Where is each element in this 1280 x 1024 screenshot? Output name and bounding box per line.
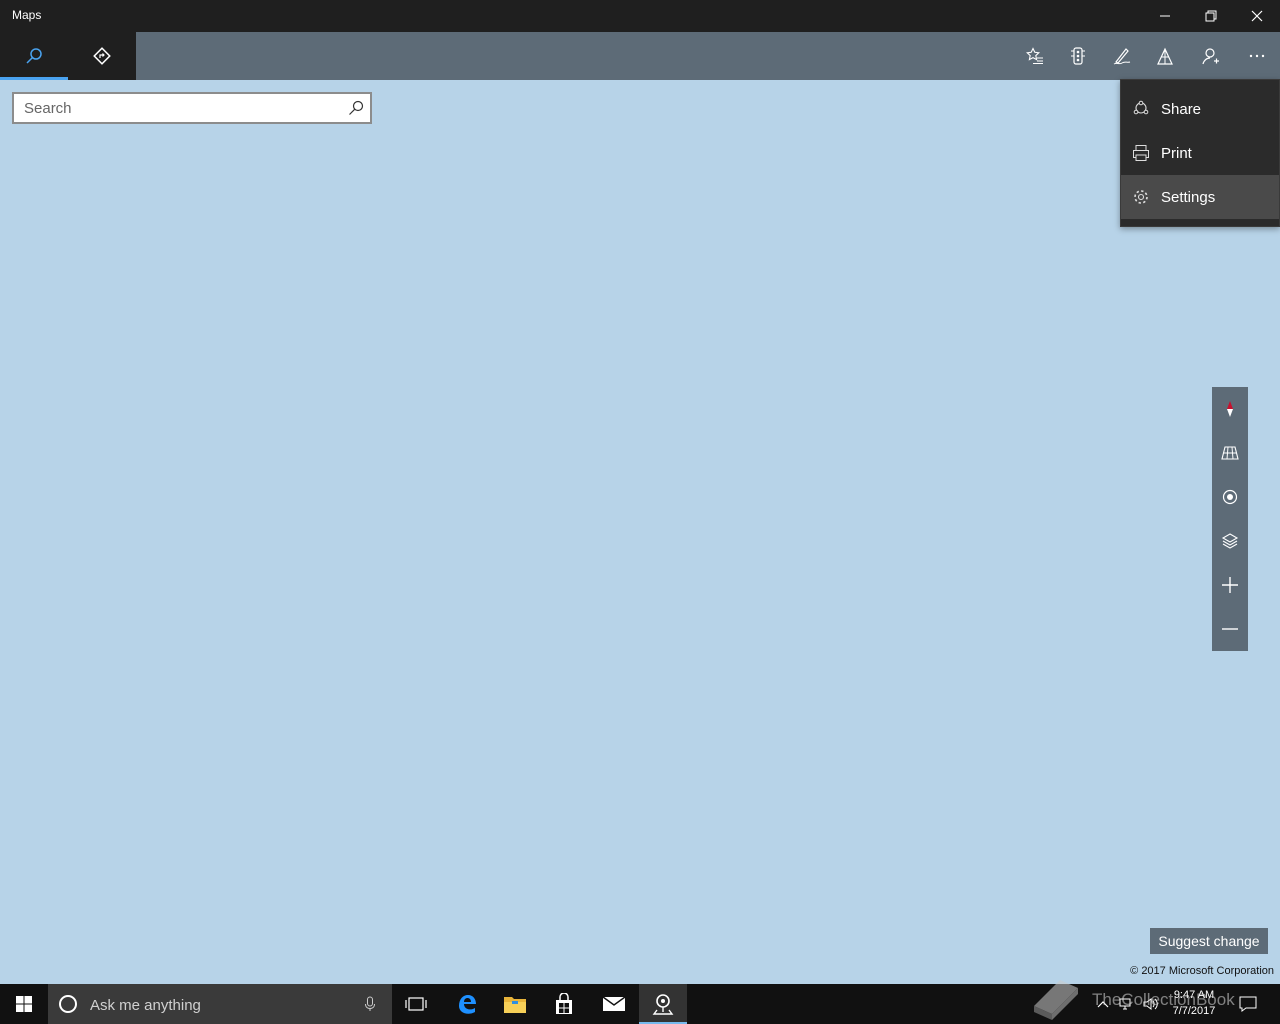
tab-search[interactable]: [0, 32, 68, 80]
account-button[interactable]: [1188, 32, 1234, 80]
ink-icon: [1113, 48, 1131, 65]
restore-button[interactable]: [1188, 0, 1234, 32]
task-view-button[interactable]: [392, 984, 440, 1024]
menu-item-share[interactable]: Share: [1121, 87, 1279, 131]
windows-logo-icon: [16, 996, 32, 1012]
tab-directions[interactable]: [68, 32, 136, 80]
edge-icon: [459, 995, 476, 1014]
search-submit-button[interactable]: [344, 96, 368, 120]
taskbar-mail[interactable]: [590, 984, 638, 1024]
task-view-icon: [405, 997, 427, 1011]
search-icon: [26, 48, 42, 64]
3d-cities-button[interactable]: [1142, 32, 1188, 80]
map-canvas[interactable]: [0, 80, 1280, 984]
traffic-button[interactable]: [1055, 32, 1101, 80]
more-button[interactable]: [1234, 32, 1280, 80]
menu-item-label: Settings: [1161, 188, 1216, 206]
print-icon: [1133, 145, 1149, 161]
account-icon: [1202, 48, 1219, 65]
menu-item-settings[interactable]: Settings: [1121, 175, 1279, 219]
taskbar-file-explorer[interactable]: [491, 984, 539, 1024]
search-box: [12, 92, 372, 124]
menu-item-label: Share: [1161, 100, 1202, 118]
directions-icon: [93, 47, 111, 65]
watermark-text: TheCollectionBook: [1092, 990, 1235, 1009]
zoom-in-icon: [1222, 577, 1238, 593]
tilt-icon: [1221, 446, 1239, 460]
watermark: TheCollectionBook: [1030, 974, 1270, 1024]
share-icon: [1133, 100, 1149, 115]
cortana-search: [48, 984, 392, 1024]
layers-icon: [1221, 533, 1239, 549]
menu-item-label: Print: [1161, 144, 1192, 162]
tilt-button[interactable]: [1212, 431, 1248, 475]
search-input[interactable]: [14, 94, 344, 122]
more-icon: [1249, 54, 1265, 58]
locate-me-button[interactable]: [1212, 475, 1248, 519]
compass-button[interactable]: [1212, 387, 1248, 431]
zoom-out-icon: [1222, 628, 1238, 630]
more-menu: Share Print Settings: [1120, 79, 1280, 227]
store-icon: [556, 993, 572, 1014]
title-bar: Maps: [0, 0, 1280, 32]
restore-icon: [1205, 10, 1217, 22]
settings-icon: [1134, 190, 1148, 204]
window-title: Maps: [12, 8, 42, 22]
taskbar-maps[interactable]: [639, 984, 687, 1024]
suggest-change-button[interactable]: Suggest change: [1150, 928, 1268, 954]
taskbar-edge[interactable]: [443, 984, 491, 1024]
close-icon: [1251, 10, 1263, 22]
app-toolbar: [0, 32, 1280, 80]
traffic-icon: [1071, 47, 1085, 65]
microphone-icon[interactable]: [364, 996, 376, 1012]
cortana-icon: [59, 995, 77, 1013]
book-logo-icon: [1034, 980, 1078, 1020]
search-icon: [349, 100, 364, 115]
zoom-in-button[interactable]: [1212, 563, 1248, 607]
locate-icon: [1222, 489, 1238, 505]
minimize-button[interactable]: [1142, 0, 1188, 32]
close-button[interactable]: [1234, 0, 1280, 32]
ink-button[interactable]: [1099, 32, 1145, 80]
minimize-icon: [1160, 15, 1170, 17]
zoom-out-button[interactable]: [1212, 607, 1248, 651]
map-controls: [1212, 387, 1248, 651]
maps-icon: [652, 994, 674, 1015]
map-layers-button[interactable]: [1212, 519, 1248, 563]
cortana-search-input[interactable]: [88, 984, 342, 1024]
folder-icon: [504, 997, 526, 1013]
favorites-icon: [1026, 47, 1043, 64]
favorites-button[interactable]: [1012, 32, 1058, 80]
taskbar-store[interactable]: [540, 984, 588, 1024]
3d-cities-icon: [1157, 47, 1173, 65]
mail-icon: [602, 996, 626, 1011]
menu-item-print[interactable]: Print: [1121, 131, 1279, 175]
compass-icon: [1227, 401, 1233, 417]
start-button[interactable]: [0, 984, 48, 1024]
